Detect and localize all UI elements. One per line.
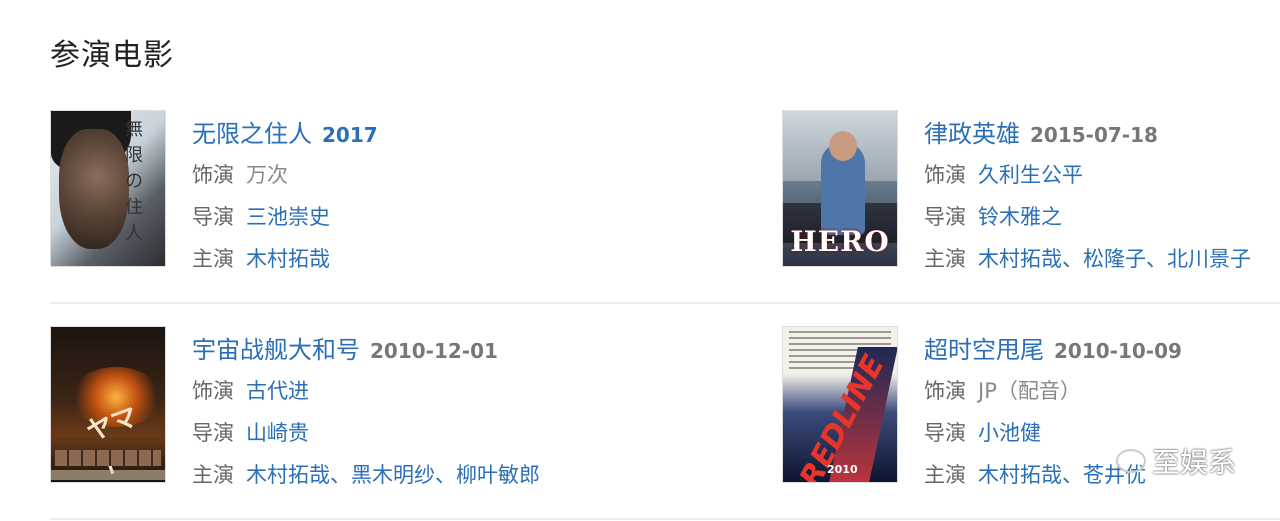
movie-release-date: 2010-10-09 bbox=[1054, 339, 1182, 363]
movie-title-link[interactable]: 超时空甩尾 bbox=[924, 330, 1044, 365]
section-title: 参演电影 bbox=[50, 38, 174, 73]
cast-label: 主演 bbox=[924, 247, 966, 271]
director-label: 导演 bbox=[192, 205, 234, 229]
movie-poster[interactable]: 無限の住人 bbox=[50, 110, 166, 267]
movie-release-date: 2010-12-01 bbox=[370, 339, 498, 363]
role-link[interactable]: 久利生公平 bbox=[978, 163, 1083, 187]
cast-links[interactable]: 木村拓哉 bbox=[246, 247, 330, 271]
role-label: 饰演 bbox=[192, 379, 234, 403]
role-value: JP（配音） bbox=[978, 379, 1081, 403]
role-label: 饰演 bbox=[924, 379, 966, 403]
movie-card: 無限の住人 无限之住人 2017 饰演 万次 导演 三池崇史 主演 木村拓哉 bbox=[50, 110, 782, 304]
director-label: 导演 bbox=[192, 421, 234, 445]
movie-card: REDLINE 2010 超时空甩尾 2010-10-09 饰演 JP（配音） 导… bbox=[782, 326, 1280, 520]
movie-row: 無限の住人 无限之住人 2017 饰演 万次 导演 三池崇史 主演 木村拓哉 HERO bbox=[50, 110, 1280, 304]
movie-info: 宇宙战舰大和号 2010-12-01 饰演 古代进 导演 山崎贵 主演 木村拓哉、黑木… bbox=[192, 326, 540, 520]
movie-release-date: 2015-07-18 bbox=[1030, 123, 1158, 147]
watermark-text: 至娱系 bbox=[1151, 446, 1236, 479]
movie-poster[interactable]: REDLINE 2010 bbox=[782, 326, 898, 483]
cast-label: 主演 bbox=[924, 463, 966, 487]
movie-poster[interactable]: ヤマト bbox=[50, 326, 166, 483]
row-divider bbox=[50, 518, 1280, 520]
role-link[interactable]: 古代进 bbox=[246, 379, 309, 403]
movie-title-link[interactable]: 无限之住人 bbox=[192, 114, 312, 149]
cast-label: 主演 bbox=[192, 463, 234, 487]
actor-face bbox=[59, 129, 129, 249]
role-label: 饰演 bbox=[924, 163, 966, 187]
movie-release-date: 2017 bbox=[322, 123, 378, 147]
cast-links[interactable]: 木村拓哉、黑木明纱、柳叶敏郎 bbox=[246, 463, 540, 487]
watermark: 至娱系 bbox=[1115, 441, 1236, 481]
wechat-icon bbox=[1115, 449, 1146, 473]
director-link[interactable]: 铃木雅之 bbox=[978, 205, 1062, 229]
cast-links[interactable]: 木村拓哉、松隆子、北川景子 bbox=[978, 247, 1251, 271]
movie-title-link[interactable]: 宇宙战舰大和号 bbox=[192, 330, 360, 365]
movie-row: ヤマト 宇宙战舰大和号 2010-12-01 饰演 古代进 导演 山崎贵 主演 木村拓… bbox=[50, 326, 1280, 520]
movie-info: 无限之住人 2017 饰演 万次 导演 三池崇史 主演 木村拓哉 bbox=[192, 110, 378, 304]
movie-title-link[interactable]: 律政英雄 bbox=[924, 114, 1020, 149]
movie-poster[interactable]: HERO bbox=[782, 110, 898, 267]
movie-info: 超时空甩尾 2010-10-09 饰演 JP（配音） 导演 小池健 主演 木村拓哉、苍… bbox=[924, 326, 1182, 520]
movie-grid: 無限の住人 无限之住人 2017 饰演 万次 导演 三池崇史 主演 木村拓哉 HERO bbox=[50, 110, 1280, 520]
role-value: 万次 bbox=[246, 163, 288, 187]
movie-card: HERO 律政英雄 2015-07-18 饰演 久利生公平 导演 铃木雅之 主演 木村… bbox=[782, 110, 1280, 304]
poster-kanji: 無限の住人 bbox=[125, 119, 143, 244]
director-link[interactable]: 山崎贵 bbox=[246, 421, 309, 445]
director-link[interactable]: 三池崇史 bbox=[246, 205, 330, 229]
movie-info: 律政英雄 2015-07-18 饰演 久利生公平 导演 铃木雅之 主演 木村拓哉、松隆… bbox=[924, 110, 1251, 304]
row-divider bbox=[50, 302, 1280, 304]
poster-logo: HERO bbox=[790, 225, 890, 258]
movie-card: ヤマト 宇宙战舰大和号 2010-12-01 饰演 古代进 导演 山崎贵 主演 木村拓… bbox=[50, 326, 782, 520]
cast-label: 主演 bbox=[192, 247, 234, 271]
director-label: 导演 bbox=[924, 205, 966, 229]
director-label: 导演 bbox=[924, 421, 966, 445]
role-label: 饰演 bbox=[192, 163, 234, 187]
director-link[interactable]: 小池健 bbox=[978, 421, 1041, 445]
